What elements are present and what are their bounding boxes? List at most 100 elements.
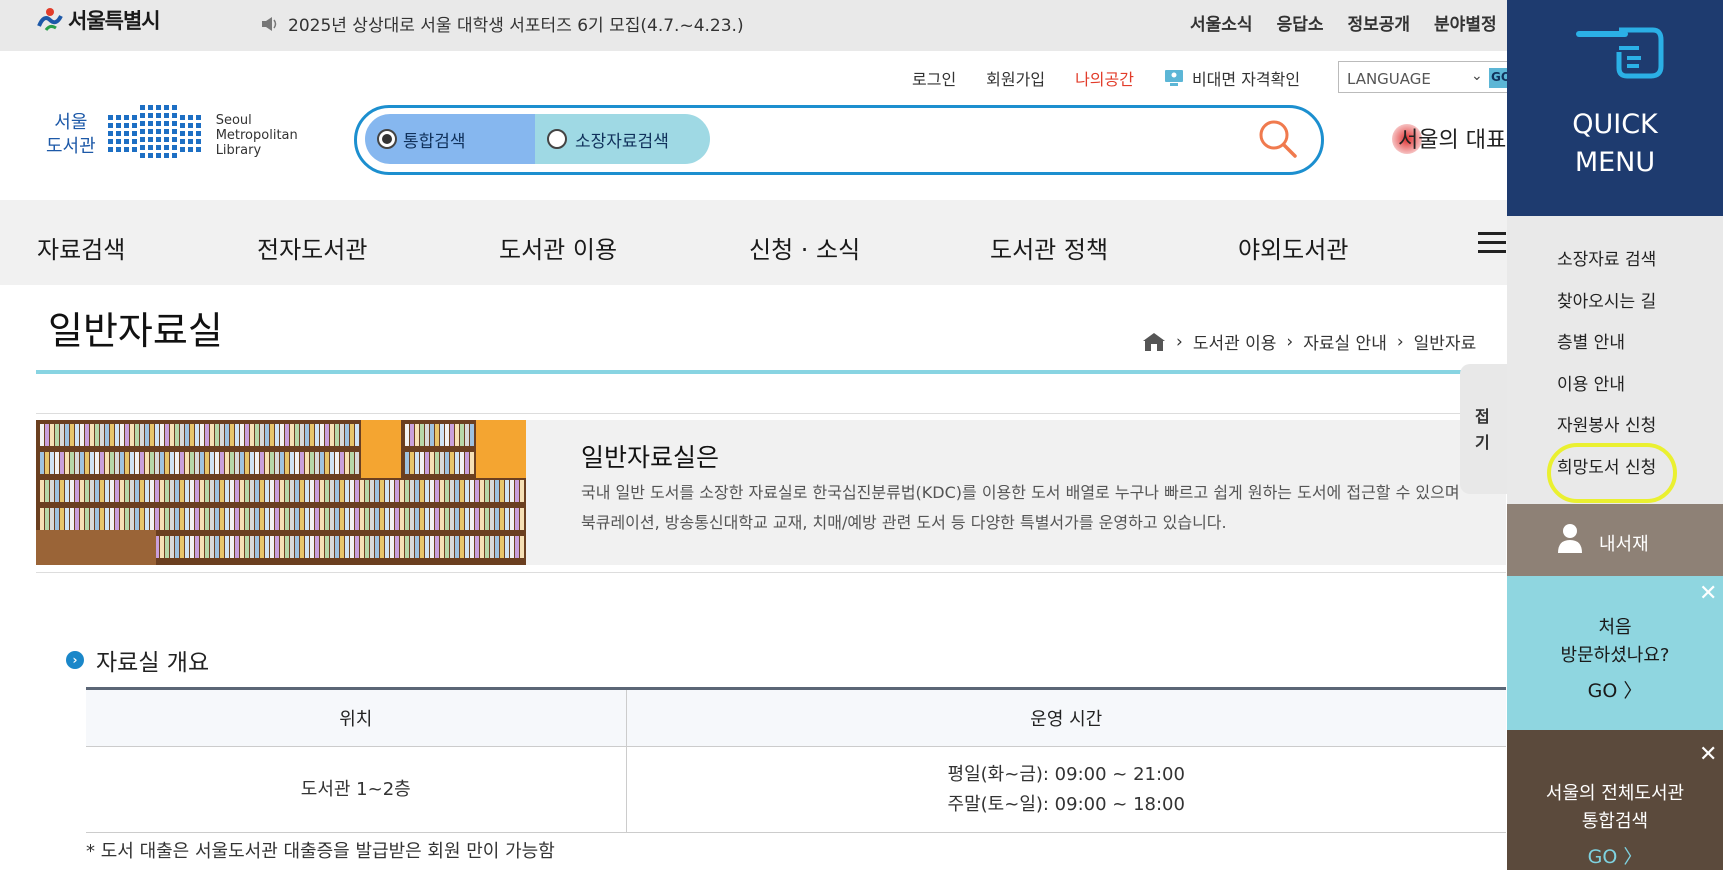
top-links: 서울소식 응답소 정보공개 분야별정 <box>1190 10 1497 35</box>
all-library-line2: 통합검색 <box>1581 811 1649 832</box>
all-library-text: 서울의 전체도서관 통합검색 <box>1507 780 1723 836</box>
library-logo-ko-line1: 서울 <box>54 112 88 133</box>
table-header: 운영 시간 <box>626 687 1506 747</box>
chevron-right-icon: › <box>1176 331 1183 352</box>
top-link-response[interactable]: 응답소 <box>1277 10 1324 35</box>
overview-table: 위치 운영 시간 도서관 1~2층 평일(화~금): 09:00 ~ 21:00… <box>86 687 1506 833</box>
quick-item-floor-guide[interactable]: 층별 안내 <box>1557 328 1656 370</box>
table-header-row: 위치 운영 시간 <box>86 687 1506 747</box>
quick-title-line2: MENU <box>1574 147 1656 178</box>
hamburger-menu-icon[interactable] <box>1478 232 1506 259</box>
nav-apply-news[interactable]: 신청 · 소식 <box>749 230 860 265</box>
title-divider <box>36 370 1506 374</box>
quick-menu: QUICK MENU 소장자료 검색 찾아오시는 길 층별 안내 이용 안내 자… <box>1507 0 1723 870</box>
intro-description: 국내 일반 도서를 소장한 자료실로 한국십진분류법(KDC)를 이용한 도서 … <box>581 478 1481 538</box>
top-link-disclosure[interactable]: 정보공개 <box>1347 10 1410 35</box>
search-tab-collection-label: 소장자료검색 <box>575 131 669 152</box>
my-library-label: 내서재 <box>1599 534 1649 555</box>
my-library-button[interactable]: 내서재 <box>1507 504 1723 576</box>
language-label: LANGUAGE <box>1347 70 1431 88</box>
library-logo-en-line3: Library <box>215 142 262 158</box>
hours-weekend: 주말(토~일): 09:00 ~ 18:00 <box>947 793 1185 815</box>
location-cell: 도서관 1~2층 <box>86 746 627 833</box>
hours-weekday: 평일(화~금): 09:00 ~ 21:00 <box>947 763 1185 785</box>
table-row: 도서관 1~2층 평일(화~금): 09:00 ~ 21:00 주말(토~일):… <box>86 746 1506 833</box>
library-logo-en: Seoul Metropolitan Library <box>216 113 298 158</box>
first-visit-line2: 방문하셨나요? <box>1560 645 1670 666</box>
seoul-logo-text: 서울특별시 <box>68 9 161 33</box>
user-icon <box>1558 524 1582 553</box>
search-tabs: 통합검색 소장자료검색 <box>365 114 710 164</box>
intro-panel: 일반자료실은 국내 일반 도서를 소장한 자료실로 한국십진분류법(KDC)를 … <box>36 420 1506 565</box>
divider <box>36 572 1506 573</box>
all-library-banner[interactable]: ✕ 서울의 전체도서관 통합검색 GO 〉 <box>1507 730 1723 870</box>
breadcrumb-item[interactable]: 자료실 안내 <box>1303 329 1387 354</box>
breadcrumb: › 도서관 이용 › 자료실 안내 › 일반자료 <box>1142 329 1476 354</box>
my-space-link[interactable]: 나의공간 <box>1075 66 1134 90</box>
section-heading-text: 자료실 개요 <box>96 650 210 676</box>
breadcrumb-item[interactable]: 도서관 이용 <box>1193 329 1277 354</box>
search-box: 통합검색 소장자료검색 <box>354 105 1324 175</box>
library-dots-icon <box>107 105 201 158</box>
chevron-right-icon: › <box>1396 331 1404 352</box>
fold-label: 접기 <box>1475 407 1490 452</box>
main-nav: 자료검색 전자도서관 도서관 이용 신청 · 소식 도서관 정책 야외도서관 <box>0 200 1723 285</box>
join-link[interactable]: 회원가입 <box>986 66 1045 90</box>
first-visit-go[interactable]: GO 〉 <box>1507 676 1723 703</box>
search-tab-collection[interactable]: 소장자료검색 <box>535 114 710 164</box>
radio-selected-icon <box>377 129 397 149</box>
nav-library-use[interactable]: 도서관 이용 <box>499 230 617 265</box>
close-icon[interactable]: ✕ <box>1699 581 1717 606</box>
top-link-category[interactable]: 분야별정 <box>1434 10 1497 35</box>
monitor-icon <box>1164 70 1183 86</box>
search-tab-integrated[interactable]: 통합검색 <box>365 114 535 164</box>
footnote: * 도서 대출은 서울도서관 대출증을 발급받은 회원 만이 가능함 <box>86 841 555 862</box>
pointing-hand-icon <box>1576 27 1664 79</box>
library-logo-en-line2: Metropolitan <box>215 127 298 143</box>
notice-text: 2025년 상상대로 서울 대학생 서포터즈 6기 모집(4.7.~4.23.) <box>288 16 744 36</box>
all-library-go[interactable]: GO 〉 <box>1507 842 1723 869</box>
quick-item-usage-guide[interactable]: 이용 안내 <box>1557 370 1656 412</box>
language-select[interactable]: LANGUAGE ⌄ GO <box>1338 61 1511 93</box>
notice[interactable]: 2025년 상상대로 서울 대학생 서포터즈 6기 모집(4.7.~4.23.) <box>262 11 744 36</box>
chevron-right-icon: › <box>66 651 84 669</box>
intro-desc-line: 국내 일반 도서를 소장한 자료실로 한국십진분류법(KDC)를 이용한 도서 … <box>581 483 1460 502</box>
seoul-logo[interactable]: 서울특별시 <box>36 5 161 35</box>
home-icon[interactable] <box>1142 332 1166 352</box>
highlight-circle <box>1547 443 1677 503</box>
library-logo[interactable]: 서울 도서관 Seoul Metropolitan Library <box>46 105 298 165</box>
all-library-line1: 서울의 전체도서관 <box>1545 783 1685 804</box>
login-link[interactable]: 로그인 <box>912 66 956 90</box>
top-link-news[interactable]: 서울소식 <box>1190 10 1253 35</box>
section-heading: › 자료실 개요 <box>66 643 209 677</box>
quick-menu-title: QUICK MENU <box>1507 106 1723 182</box>
quick-item-collection-search[interactable]: 소장자료 검색 <box>1557 245 1656 287</box>
quick-menu-fold-button[interactable]: 접기 <box>1460 364 1510 494</box>
table-header: 위치 <box>86 687 627 747</box>
nav-outdoor[interactable]: 야외도서관 <box>1238 230 1348 265</box>
bookshelf-photo <box>36 420 526 565</box>
nav-elibrary[interactable]: 전자도서관 <box>257 230 367 265</box>
intro-heading: 일반자료실은 <box>581 443 720 472</box>
chevron-down-icon: ⌄ <box>1471 68 1483 84</box>
first-visit-banner[interactable]: ✕ 처음 방문하셨나요? GO 〉 <box>1507 576 1723 730</box>
breadcrumb-item[interactable]: 일반자료 <box>1414 329 1477 354</box>
seoul-emblem-icon <box>37 8 63 31</box>
verify-link[interactable]: 비대면 자격확인 <box>1164 66 1300 90</box>
first-visit-question: 처음 방문하셨나요? <box>1507 614 1723 670</box>
intro-desc-line: 북큐레이션, 방송통신대학교 교재, 치매/예방 관련 도서 등 다양한 특별서… <box>581 513 1227 532</box>
search-icon[interactable] <box>1257 118 1299 160</box>
utility-links: 로그인 회원가입 나의공간 비대면 자격확인 <box>912 66 1300 90</box>
nav-policy[interactable]: 도서관 정책 <box>990 230 1108 265</box>
divider <box>36 413 1506 414</box>
nav-search[interactable]: 자료검색 <box>37 230 125 265</box>
first-visit-line1: 처음 <box>1598 617 1632 638</box>
radio-unselected-icon <box>547 129 567 149</box>
speaker-icon <box>262 16 277 31</box>
page: 서울특별시 2025년 상상대로 서울 대학생 서포터즈 6기 모집(4.7.~… <box>0 0 1723 870</box>
close-icon[interactable]: ✕ <box>1699 742 1717 767</box>
library-logo-ko-line2: 도서관 <box>46 136 96 157</box>
chevron-right-icon: › <box>1286 331 1294 352</box>
quick-item-directions[interactable]: 찾아오시는 길 <box>1557 287 1656 329</box>
hours-cell: 평일(화~금): 09:00 ~ 21:00 주말(토~일): 09:00 ~ … <box>626 746 1506 833</box>
